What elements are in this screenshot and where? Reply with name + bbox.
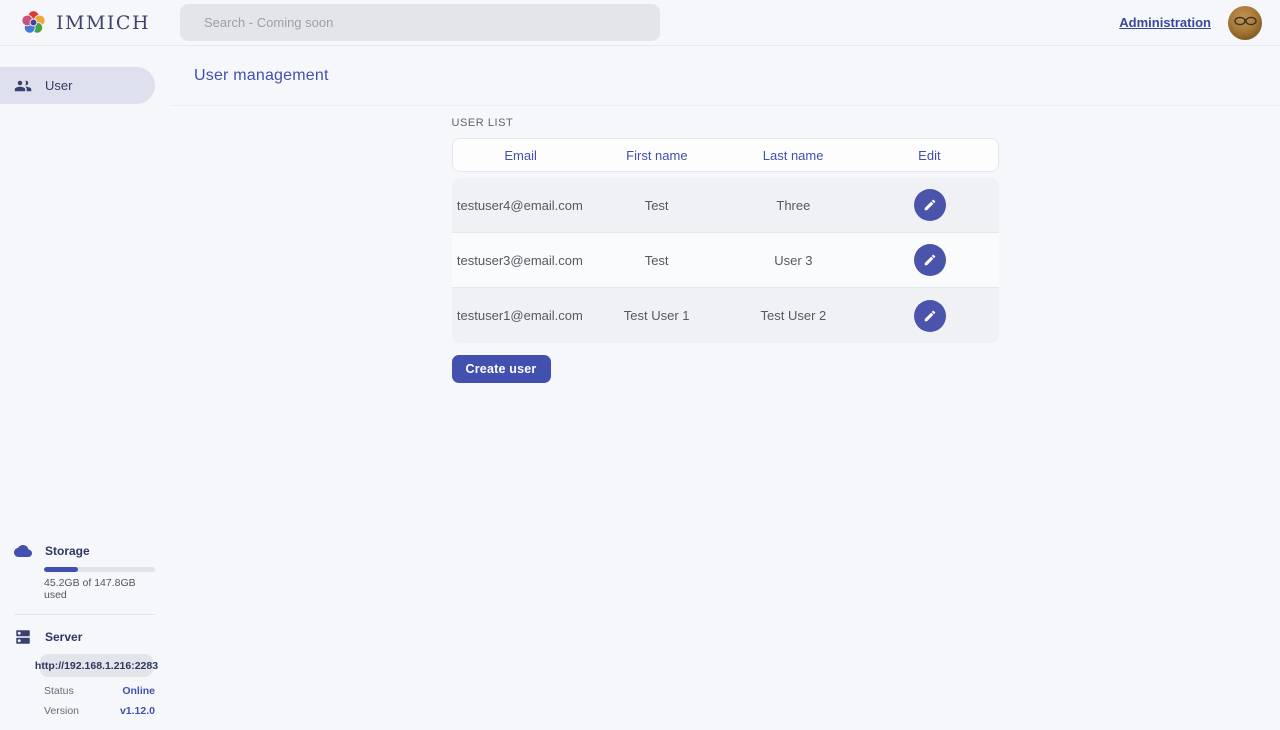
user-email: testuser4@email.com — [452, 198, 589, 213]
sidebar-footer: Storage 45.2GB of 147.8GB used Server ht… — [0, 542, 170, 717]
user-first-name: Test — [588, 253, 725, 268]
page-title: User management — [194, 67, 329, 85]
user-first-name: Test User 1 — [588, 308, 725, 323]
user-last-name: Three — [725, 198, 862, 213]
app-title: IMMICH — [56, 12, 150, 34]
server-version-label: Version — [44, 705, 79, 717]
user-table-header: Email First name Last name Edit — [452, 138, 999, 172]
user-email: testuser3@email.com — [452, 253, 589, 268]
create-user-button[interactable]: Create user — [452, 355, 551, 383]
column-first-name: First name — [589, 148, 725, 163]
sidebar-item-user[interactable]: User — [0, 67, 155, 104]
user-list-label: USER LIST — [452, 117, 999, 129]
edit-user-button[interactable] — [914, 189, 946, 221]
storage-title: Storage — [45, 544, 90, 558]
sidebar-item-user-label: User — [45, 78, 72, 93]
pencil-icon — [923, 198, 937, 212]
server-icon — [14, 628, 32, 646]
user-avatar[interactable] — [1228, 6, 1262, 40]
main-panel: User management USER LIST Email First na… — [170, 46, 1280, 729]
user-last-name: Test User 2 — [725, 308, 862, 323]
glasses-photo — [1228, 6, 1262, 40]
column-edit: Edit — [861, 148, 997, 163]
users-icon — [14, 77, 32, 95]
immich-flower-icon — [20, 9, 47, 36]
column-email: Email — [453, 148, 589, 163]
edit-user-button[interactable] — [914, 244, 946, 276]
server-status-value: Online — [122, 685, 155, 697]
cloud-icon — [14, 542, 32, 560]
column-last-name: Last name — [725, 148, 861, 163]
table-row: testuser1@email.com Test User 1 Test Use… — [452, 288, 999, 343]
server-status-label: Status — [44, 685, 74, 697]
user-first-name: Test — [588, 198, 725, 213]
sidebar: User Storage 45.2GB of 147.8GB used — [0, 46, 170, 729]
edit-user-button[interactable] — [914, 300, 946, 332]
storage-usage-text: 45.2GB of 147.8GB used — [44, 577, 155, 601]
server-title: Server — [45, 630, 82, 644]
table-row: testuser3@email.com Test User 3 — [452, 233, 999, 288]
storage-progress — [44, 567, 155, 572]
server-version-value: v1.12.0 — [120, 705, 155, 717]
table-row: testuser4@email.com Test Three — [452, 178, 999, 233]
pencil-icon — [923, 309, 937, 323]
user-table-body: testuser4@email.com Test Three te — [452, 178, 999, 343]
search-input[interactable] — [180, 4, 660, 41]
top-header: IMMICH Administration — [0, 0, 1280, 46]
server-url-chip: http://192.168.1.216:2283 — [40, 654, 153, 677]
pencil-icon — [923, 253, 937, 267]
storage-progress-fill — [44, 567, 78, 572]
user-last-name: User 3 — [725, 253, 862, 268]
sidebar-divider — [14, 614, 155, 615]
user-email: testuser1@email.com — [452, 308, 589, 323]
app-logo[interactable]: IMMICH — [20, 9, 150, 36]
administration-link[interactable]: Administration — [1119, 15, 1211, 30]
